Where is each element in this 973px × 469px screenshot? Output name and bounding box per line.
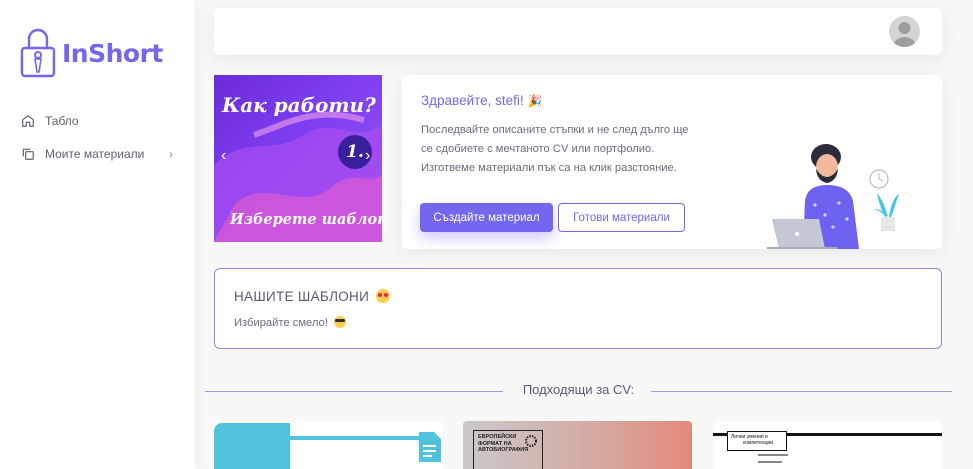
section-label: Подходящи за CV:: [522, 382, 635, 397]
lock-person-icon: [20, 28, 56, 78]
eu-stars-icon: [525, 435, 537, 447]
template-thumbnail-1[interactable]: [214, 421, 443, 469]
document-icon: [419, 432, 441, 462]
thumb-text-line: [758, 461, 782, 463]
home-icon: [20, 113, 36, 129]
brand-logo[interactable]: InShort: [20, 28, 163, 78]
greeting-text: Здравейте, stefi!: [421, 93, 524, 108]
how-it-works-carousel: Как работи? 1. ‹ › Изберете шаблон: [214, 75, 382, 242]
skills-box: Лични умения и компетенции: [727, 431, 787, 451]
create-material-button[interactable]: Създайте материал: [420, 203, 553, 232]
sidebar-item-label: Моите материали: [45, 146, 145, 161]
ready-materials-button[interactable]: Готови материали: [558, 203, 685, 232]
carousel-title: Как работи?: [222, 93, 376, 117]
brand-name: InShort: [62, 38, 163, 68]
user-icon: [893, 22, 916, 47]
sidebar: InShort Табло Моите материали ›: [0, 0, 195, 469]
templates-title-text: НАШИТЕ ШАБЛОНИ: [234, 289, 370, 304]
sidebar-item-my-materials[interactable]: Моите материали ›: [0, 137, 195, 170]
templates-subtitle-text: Избирайте смело!: [234, 317, 328, 329]
europass-box: ЕВРОПЕЙСКИ ФОРМАТ НА АВТОБИОГРАФИЯ: [473, 430, 543, 469]
welcome-greeting: Здравейте, stefi! 🎉: [421, 93, 542, 108]
europass-title: ЕВРОПЕЙСКИ ФОРМАТ НА АВТОБИОГРАФИЯ: [478, 434, 528, 454]
sidebar-nav: Табло Моите материали ›: [0, 104, 195, 170]
chevron-right-icon: ›: [169, 146, 173, 161]
templates-subtitle: Избирайте смело!: [234, 316, 346, 329]
sidebar-item-label: Табло: [45, 113, 79, 128]
sunglasses-emoji-icon: [333, 316, 346, 328]
carousel-subtitle: Изберете шаблон: [230, 211, 382, 228]
templates-title: НАШИТЕ ШАБЛОНИ: [234, 289, 391, 304]
thumb-text-line: [758, 454, 788, 456]
our-templates-card: НАШИТЕ ШАБЛОНИ Избирайте смело!: [214, 268, 942, 349]
carousel-prev-arrow-icon[interactable]: ‹: [221, 147, 226, 165]
cv-section-divider: Подходящи за CV:: [205, 382, 952, 400]
copy-icon: [20, 146, 36, 162]
carousel-next-arrow-icon[interactable]: ›: [365, 147, 370, 165]
divider-line-right: [651, 391, 952, 392]
thumb-header-bar: [290, 436, 420, 440]
top-navbar: [214, 8, 942, 55]
party-popper-icon: 🎉: [527, 94, 543, 108]
europass-line-3: АВТОБИОГРАФИЯ: [478, 447, 529, 453]
avatar[interactable]: [889, 16, 920, 47]
thumb-sidebar-block: [214, 423, 290, 469]
template-thumbnail-3[interactable]: Лични умения и компетенции: [713, 421, 942, 469]
person-laptop-illustration: [767, 144, 899, 249]
skills-line-2: компетенции: [743, 440, 774, 446]
welcome-text: Последвайте описаните стъпки и не след д…: [421, 124, 689, 174]
heart-eyes-emoji-icon: [376, 289, 391, 303]
welcome-card: Здравейте, stefi! 🎉 Последвайте описанит…: [402, 75, 942, 249]
template-thumbnail-2[interactable]: ЕВРОПЕЙСКИ ФОРМАТ НА АВТОБИОГРАФИЯ: [463, 421, 692, 469]
sidebar-item-dashboard[interactable]: Табло: [0, 104, 195, 137]
